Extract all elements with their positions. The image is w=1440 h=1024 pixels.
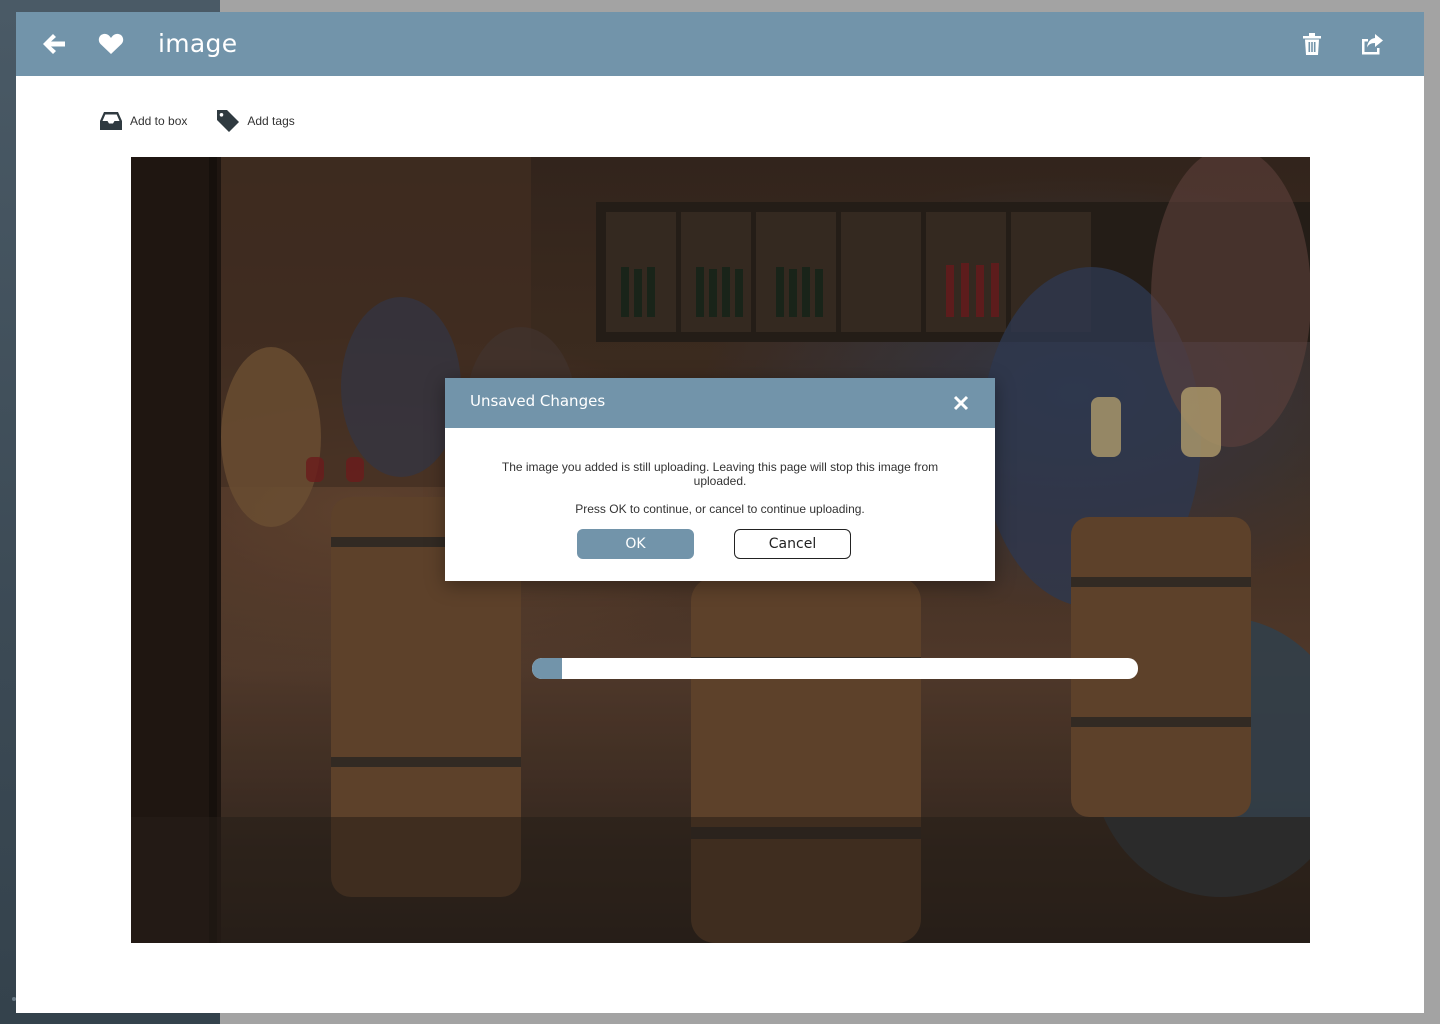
back-arrow-icon [43,34,65,54]
add-to-box-button[interactable]: Add to box [100,112,187,130]
add-tags-label: Add tags [247,114,295,128]
dialog-close-button[interactable] [951,393,971,413]
close-icon [953,395,969,411]
tag-icon [217,110,240,132]
trash-icon [1303,33,1321,55]
header-bar: image [16,12,1424,76]
dialog-header: Unsaved Changes [445,378,995,428]
back-button[interactable] [36,26,72,62]
share-button[interactable] [1354,26,1390,62]
heart-icon [98,33,124,54]
delete-button[interactable] [1294,26,1330,62]
unsaved-changes-dialog: Unsaved Changes The image you added is s… [445,378,995,581]
ok-button[interactable]: OK [577,529,694,559]
dialog-title: Unsaved Changes [470,392,606,410]
add-to-box-label: Add to box [130,114,188,128]
share-icon [1362,34,1383,55]
upload-progress-fill [532,658,563,679]
page-title: image [158,29,238,58]
add-tags-button[interactable]: Add tags [217,110,295,132]
upload-progress-bar [532,658,1138,679]
image-actions: Add to box Add tags [100,108,325,134]
favorite-button[interactable] [93,26,129,62]
cancel-button[interactable]: Cancel [734,529,851,559]
dialog-instruction: Press OK to continue, or cancel to conti… [575,502,865,516]
inbox-icon [100,112,122,130]
dialog-message: The image you added is still uploading. … [501,460,939,488]
